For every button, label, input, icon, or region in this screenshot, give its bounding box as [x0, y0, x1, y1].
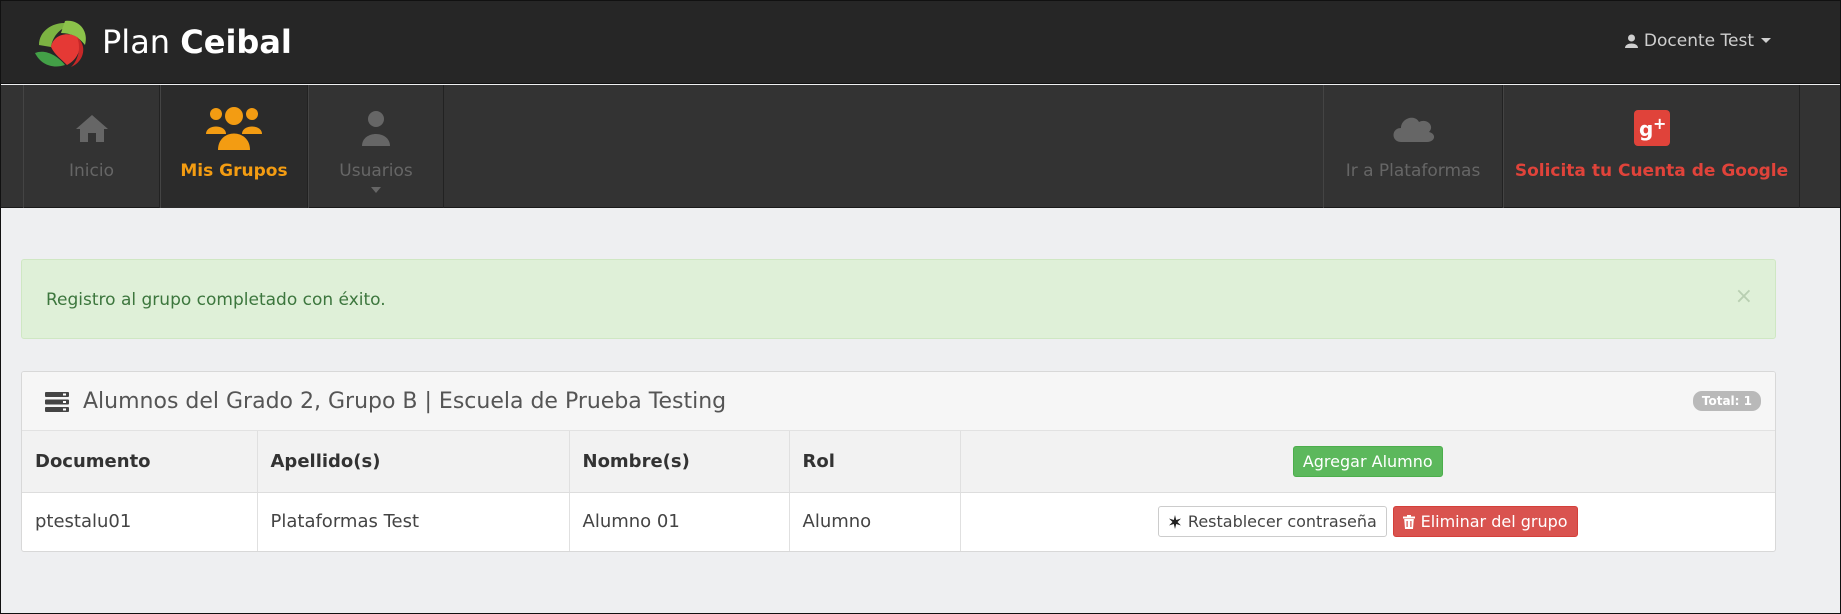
google-plus-icon: g + — [1633, 110, 1670, 146]
header-actions: Agregar Alumno — [960, 431, 1775, 493]
nav-item-plataformas[interactable]: Ir a Plataformas — [1323, 85, 1503, 208]
nav-label-inicio: Inicio — [69, 161, 114, 181]
reset-password-label: Restablecer contraseña — [1187, 512, 1377, 532]
user-icon — [362, 111, 390, 146]
app-frame: Plan Ceibal Docente Test Inicio Mis Grup… — [0, 0, 1841, 614]
nav-label-usuarios: Usuarios — [339, 161, 413, 181]
nav-item-mis-grupos[interactable]: Mis Grupos — [160, 85, 308, 208]
cloud-icon — [1393, 117, 1435, 142]
nav-label-mis-grupos: Mis Grupos — [180, 161, 288, 181]
svg-text:g: g — [1639, 117, 1653, 141]
header-documento: Documento — [22, 431, 258, 493]
users-group-icon — [206, 107, 262, 150]
header-nombres: Nombre(s) — [569, 431, 790, 493]
table-header-row: Documento Apellido(s) Nombre(s) Rol Agre… — [22, 431, 1775, 493]
cell-actions: Restablecer contraseña Eliminar del grup… — [960, 492, 1775, 551]
reset-password-button[interactable]: Restablecer contraseña — [1157, 506, 1387, 538]
close-icon[interactable]: × — [1735, 284, 1753, 309]
cell-rol: Alumno — [789, 492, 961, 551]
alert-message: Registro al grupo completado con éxito. — [46, 290, 386, 310]
table-row: ptestalu01 Plataformas Test Alumno 01 Al… — [22, 492, 1775, 551]
panel-header: Alumnos del Grado 2, Grupo B | Escuela d… — [22, 372, 1775, 431]
total-badge: Total: 1 — [1692, 391, 1761, 411]
nav-label-google: Solicita tu Cuenta de Google — [1514, 161, 1789, 181]
asterisk-icon — [1168, 514, 1181, 529]
add-student-button[interactable]: Agregar Alumno — [1292, 445, 1443, 477]
plan-ceibal-logo-icon[interactable] — [31, 15, 91, 71]
nav-label-plataformas: Ir a Plataformas — [1345, 161, 1481, 181]
header-apellidos: Apellido(s) — [257, 431, 570, 493]
server-list-icon — [45, 392, 69, 412]
cell-apellidos: Plataformas Test — [257, 492, 570, 551]
brand-name-part2: Ceibal — [180, 23, 292, 61]
top-bar: Plan Ceibal Docente Test — [1, 1, 1840, 84]
brand-name-part1: Plan — [102, 23, 171, 61]
caret-down-icon — [371, 187, 381, 193]
students-panel: Alumnos del Grado 2, Grupo B | Escuela d… — [21, 371, 1776, 552]
remove-from-group-button[interactable]: Eliminar del grupo — [1392, 506, 1578, 538]
panel-title: Alumnos del Grado 2, Grupo B | Escuela d… — [83, 389, 727, 414]
nav-item-google[interactable]: g + Solicita tu Cuenta de Google — [1503, 85, 1800, 208]
trash-icon — [1402, 514, 1415, 529]
home-icon — [75, 115, 108, 142]
header-rol: Rol — [789, 431, 961, 493]
brand-name[interactable]: Plan Ceibal — [102, 23, 292, 61]
main-nav: Inicio Mis Grupos Usuarios Ir a Platafor… — [1, 85, 1840, 208]
cell-documento: ptestalu01 — [22, 492, 258, 551]
success-alert: Registro al grupo completado con éxito. … — [21, 259, 1776, 339]
svg-text:+: + — [1653, 114, 1666, 133]
nav-item-inicio[interactable]: Inicio — [23, 85, 160, 208]
user-icon — [1624, 34, 1638, 48]
user-menu[interactable]: Docente Test — [1624, 31, 1772, 51]
user-name: Docente Test — [1643, 31, 1754, 51]
nav-item-usuarios[interactable]: Usuarios — [308, 85, 444, 208]
chevron-down-icon — [1761, 38, 1771, 43]
cell-nombres: Alumno 01 — [569, 492, 790, 551]
remove-from-group-label: Eliminar del grupo — [1420, 512, 1568, 532]
students-table: Documento Apellido(s) Nombre(s) Rol Agre… — [22, 431, 1775, 551]
